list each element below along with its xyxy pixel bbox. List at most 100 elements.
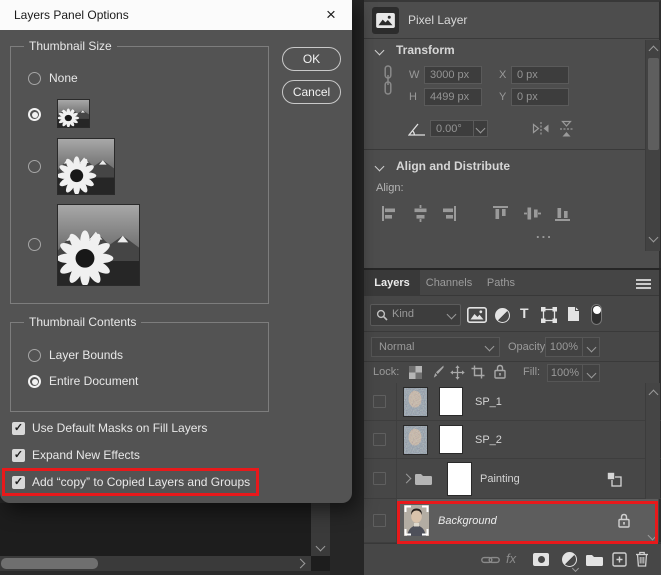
thumbnail-preview-small[interactable] bbox=[58, 100, 89, 127]
expand-new-effects-checkbox[interactable]: ✓ bbox=[12, 449, 25, 462]
lock-position-move-icon[interactable] bbox=[450, 365, 465, 380]
fill-value-box[interactable]: 100% bbox=[547, 364, 600, 382]
panel-menu-icon[interactable] bbox=[636, 279, 651, 291]
tab-layers[interactable]: Layers bbox=[364, 270, 420, 296]
lock-pixels-brush-icon[interactable] bbox=[430, 365, 444, 379]
scroll-right-icon[interactable] bbox=[296, 559, 306, 569]
align-collapse-icon[interactable] bbox=[375, 162, 385, 172]
layer-row-sp2[interactable]: SP_2 bbox=[364, 421, 661, 459]
filter-pixel-layers-icon[interactable] bbox=[467, 307, 487, 323]
lock-all-icon[interactable] bbox=[494, 364, 506, 379]
fill-dropdown[interactable] bbox=[582, 365, 599, 381]
thumbnail-size-none-label[interactable]: None bbox=[49, 71, 78, 85]
layer-name[interactable]: Background bbox=[438, 515, 497, 527]
lock-transparency-icon[interactable] bbox=[409, 366, 422, 379]
layer-thumbnail[interactable] bbox=[403, 425, 428, 455]
canvas-horizontal-scrollbar[interactable] bbox=[0, 556, 311, 571]
new-group-folder-icon[interactable] bbox=[585, 553, 604, 567]
entire-document-label[interactable]: Entire Document bbox=[49, 374, 138, 388]
use-default-masks-checkbox[interactable]: ✓ bbox=[12, 422, 25, 435]
scroll-up-icon[interactable] bbox=[649, 390, 659, 400]
filter-smart-objects-icon[interactable] bbox=[567, 306, 580, 322]
add-copy-label[interactable]: Add “copy” to Copied Layers and Groups bbox=[32, 475, 250, 489]
layer-style-fx-icon[interactable]: fx bbox=[506, 551, 516, 566]
add-layer-mask-icon[interactable] bbox=[533, 553, 549, 566]
group-expander-icon[interactable] bbox=[402, 474, 412, 484]
angle-field[interactable]: 0.00° bbox=[430, 120, 474, 137]
align-vertical-centers-icon[interactable] bbox=[524, 205, 541, 222]
opacity-dropdown[interactable] bbox=[582, 338, 599, 356]
thumbnail-size-medium-radio[interactable] bbox=[28, 160, 41, 173]
new-layer-icon[interactable] bbox=[612, 552, 627, 567]
close-icon[interactable]: × bbox=[316, 0, 346, 30]
background-layer-thumbnail[interactable] bbox=[404, 505, 429, 536]
layer-row-sp1[interactable]: SP_1 bbox=[364, 383, 661, 421]
layer-bounds-label[interactable]: Layer Bounds bbox=[49, 348, 123, 362]
thumbnail-size-large-radio[interactable] bbox=[28, 238, 41, 251]
layer-name[interactable]: SP_2 bbox=[475, 434, 502, 446]
layers-scrollbar[interactable] bbox=[645, 383, 660, 499]
expand-new-effects-label[interactable]: Expand New Effects bbox=[32, 448, 140, 462]
add-copy-checkbox[interactable]: ✓ bbox=[12, 476, 25, 489]
opacity-value-box[interactable]: 100% bbox=[545, 337, 600, 357]
align-more-options[interactable]: ... bbox=[536, 226, 553, 241]
properties-scrollbar-thumb[interactable] bbox=[648, 58, 659, 150]
align-left-edges-icon[interactable] bbox=[381, 205, 398, 222]
filter-toggle-switch[interactable] bbox=[591, 304, 602, 325]
lock-artboard-icon[interactable] bbox=[471, 365, 485, 379]
filter-shape-layers-icon[interactable] bbox=[541, 307, 557, 323]
group-thumbnail[interactable] bbox=[447, 462, 472, 496]
y-field[interactable]: 0 px bbox=[511, 88, 569, 106]
filter-adjustment-layers-icon[interactable] bbox=[495, 308, 510, 323]
blend-mode-dropdown[interactable]: Normal bbox=[371, 337, 500, 357]
align-top-edges-icon[interactable] bbox=[492, 205, 509, 222]
overlapping-squares-badge-icon[interactable] bbox=[606, 471, 622, 487]
layer-mask-thumbnail[interactable] bbox=[439, 425, 463, 454]
scroll-up-icon[interactable] bbox=[649, 46, 659, 56]
thumbnail-size-none-radio[interactable] bbox=[28, 72, 41, 85]
delete-layer-trash-icon[interactable] bbox=[635, 551, 649, 567]
visibility-toggle[interactable] bbox=[373, 514, 386, 527]
layer-row-painting[interactable]: Painting bbox=[364, 459, 661, 499]
filter-kind-dropdown[interactable]: Kind bbox=[370, 304, 461, 326]
entire-document-radio[interactable] bbox=[28, 375, 41, 388]
width-field[interactable]: 3000 px bbox=[424, 66, 482, 84]
visibility-toggle[interactable] bbox=[373, 395, 386, 408]
align-horizontal-centers-icon[interactable] bbox=[412, 205, 429, 222]
align-bottom-edges-icon[interactable] bbox=[554, 205, 571, 222]
flip-vertical-icon[interactable] bbox=[559, 119, 574, 139]
layer-thumbnail[interactable] bbox=[403, 387, 428, 417]
canvas-vertical-scrollbar[interactable] bbox=[311, 503, 330, 556]
align-right-edges-icon[interactable] bbox=[440, 205, 457, 222]
tab-channels[interactable]: Channels bbox=[420, 270, 478, 296]
link-layers-icon[interactable] bbox=[481, 555, 500, 565]
layer-row-background[interactable]: Background bbox=[364, 499, 661, 543]
transform-collapse-icon[interactable] bbox=[375, 46, 385, 56]
thumbnail-preview-large[interactable] bbox=[58, 205, 139, 285]
visibility-toggle[interactable] bbox=[373, 433, 386, 446]
flip-horizontal-icon[interactable] bbox=[531, 121, 551, 136]
x-field[interactable]: 0 px bbox=[511, 66, 569, 84]
layer-bounds-radio[interactable] bbox=[28, 349, 41, 362]
lock-icon[interactable] bbox=[618, 513, 630, 528]
scroll-down-icon[interactable] bbox=[649, 233, 659, 243]
filter-type-layers-icon[interactable]: T bbox=[520, 305, 529, 321]
layer-name[interactable]: SP_1 bbox=[475, 396, 502, 408]
horizontal-scrollbar-thumb[interactable] bbox=[1, 558, 98, 569]
dialog-title-bar[interactable]: Layers Panel Options × bbox=[0, 0, 352, 30]
link-dimensions-icon[interactable] bbox=[383, 65, 393, 95]
ok-button[interactable]: OK bbox=[282, 47, 341, 71]
layer-name[interactable]: Painting bbox=[480, 473, 520, 485]
layer-mask-thumbnail[interactable] bbox=[439, 387, 463, 416]
cancel-button[interactable]: Cancel bbox=[282, 80, 341, 104]
use-default-masks-label[interactable]: Use Default Masks on Fill Layers bbox=[32, 421, 207, 435]
status-strip bbox=[0, 571, 330, 575]
height-field[interactable]: 4499 px bbox=[424, 88, 482, 106]
thumbnail-size-small-radio[interactable] bbox=[28, 108, 41, 121]
angle-dropdown[interactable] bbox=[473, 120, 488, 137]
thumbnail-preview-medium[interactable] bbox=[58, 139, 114, 194]
tab-paths[interactable]: Paths bbox=[478, 270, 524, 296]
visibility-toggle[interactable] bbox=[373, 472, 386, 485]
properties-scrollbar[interactable] bbox=[645, 40, 660, 251]
scroll-down-icon[interactable] bbox=[316, 542, 326, 552]
